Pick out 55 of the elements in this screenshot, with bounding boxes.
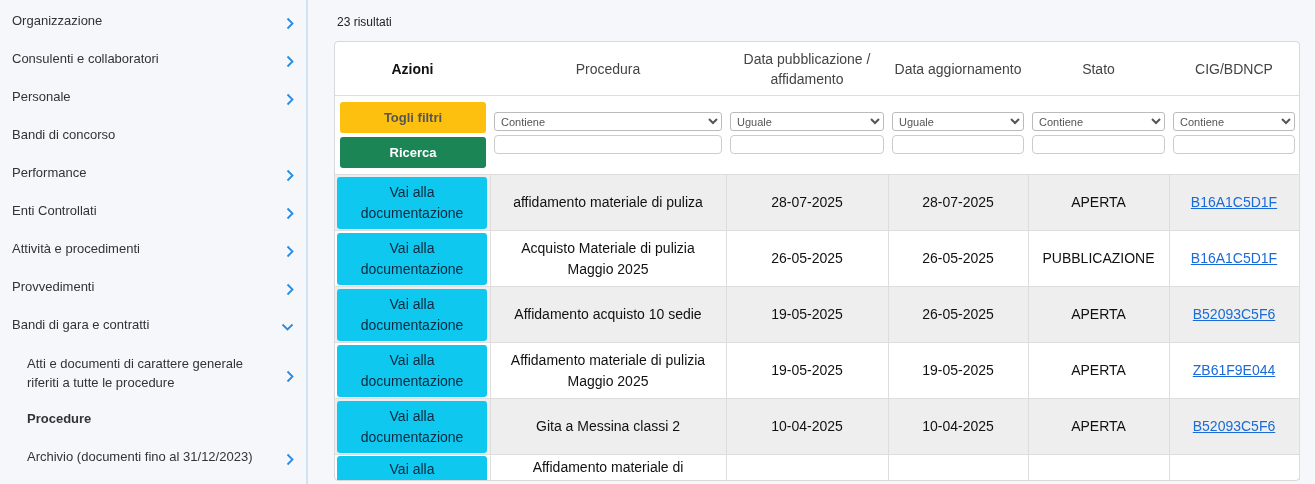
sidebar-item[interactable]: Personale (0, 77, 306, 115)
sidebar-item[interactable]: Consulenti e collaboratori (0, 39, 306, 77)
column-header: Stato (1028, 42, 1169, 96)
cig-link[interactable]: B16A1C5D1F (1190, 250, 1278, 266)
sidebar-item[interactable]: Bandi di concorso (0, 115, 306, 153)
filter-input[interactable] (730, 135, 884, 154)
filter-input[interactable] (494, 135, 722, 154)
cig-link[interactable]: B52093C5F6 (1192, 418, 1276, 434)
column-header: Data pubblicazione / affidamento (726, 42, 888, 96)
sidebar-item[interactable]: Attività e procedimenti (0, 229, 306, 267)
documentation-button[interactable]: Vai alla documentazione (337, 232, 487, 285)
operator-dropdown[interactable]: Uguale (730, 112, 884, 131)
table-cell: APERTA (1028, 398, 1169, 455)
search-button[interactable]: Ricerca (340, 137, 486, 168)
sidebar-item[interactable]: Bandi di gara e contratti (0, 305, 306, 343)
cig-link[interactable]: ZB61F9E044 (1192, 362, 1276, 378)
cig-link[interactable]: B52093C5F6 (1192, 306, 1276, 322)
documentation-button[interactable]: Vai alla documentazione (337, 400, 487, 453)
table-cell: APERTA (1028, 286, 1169, 343)
table-cell: affidamento materiale di puliza (490, 174, 726, 231)
table-cell: APERTA (1028, 174, 1169, 231)
table-cell: Gita a Messina classi 2 (490, 398, 726, 455)
column-header: Procedura (490, 42, 726, 96)
sidebar-item[interactable]: Performance (0, 153, 306, 191)
filter-input[interactable] (1173, 135, 1295, 154)
results-count: 23 risultati (337, 15, 392, 29)
table-cell: 26-05-2025 (888, 286, 1028, 343)
sidebar-item[interactable]: Enti Controllati (0, 191, 306, 229)
filter-input[interactable] (892, 135, 1024, 154)
documentation-button[interactable]: Vai alla documentazione (337, 176, 487, 229)
table-cell: 28-07-2025 (888, 174, 1028, 231)
clear-filters-button[interactable]: Togli filtri (340, 102, 486, 133)
table-cell: 19-05-2025 (726, 286, 888, 343)
sidebar-item[interactable]: Provvedimenti (0, 267, 306, 305)
filter-input[interactable] (1032, 135, 1165, 154)
documentation-button[interactable]: Vai alla (337, 456, 487, 480)
sidebar-item[interactable]: Archivio (documenti fino al 31/12/2023) (0, 437, 306, 475)
column-header: CIG/BDNCP (1169, 42, 1299, 96)
operator-dropdown[interactable]: Contiene (1032, 112, 1165, 131)
sidebar-item[interactable]: Organizzazione (0, 1, 306, 39)
table-cell: Affidamento acquisto 10 sedie (490, 286, 726, 343)
operator-dropdown[interactable]: Contiene (494, 112, 722, 131)
table-cell: 10-04-2025 (726, 398, 888, 455)
documentation-button[interactable]: Vai alla documentazione (337, 344, 487, 397)
cig-link[interactable]: B16A1C5D1F (1190, 194, 1278, 210)
operator-dropdown[interactable]: Contiene (1173, 112, 1295, 131)
table-cell: 10-04-2025 (888, 398, 1028, 455)
documentation-button[interactable]: Vai alla documentazione (337, 288, 487, 341)
sidebar-item[interactable]: Atti e documenti di carattere generale riferiti a tutte le procedure (0, 343, 306, 399)
column-header: Data aggiornamento (888, 42, 1028, 96)
sidebar-item[interactable]: Procedure (0, 399, 306, 437)
table-cell: 28-07-2025 (726, 174, 888, 231)
column-header: Azioni (335, 42, 490, 96)
table-cell: Affidamento materiale di (490, 454, 726, 480)
operator-dropdown[interactable]: Uguale (892, 112, 1024, 131)
